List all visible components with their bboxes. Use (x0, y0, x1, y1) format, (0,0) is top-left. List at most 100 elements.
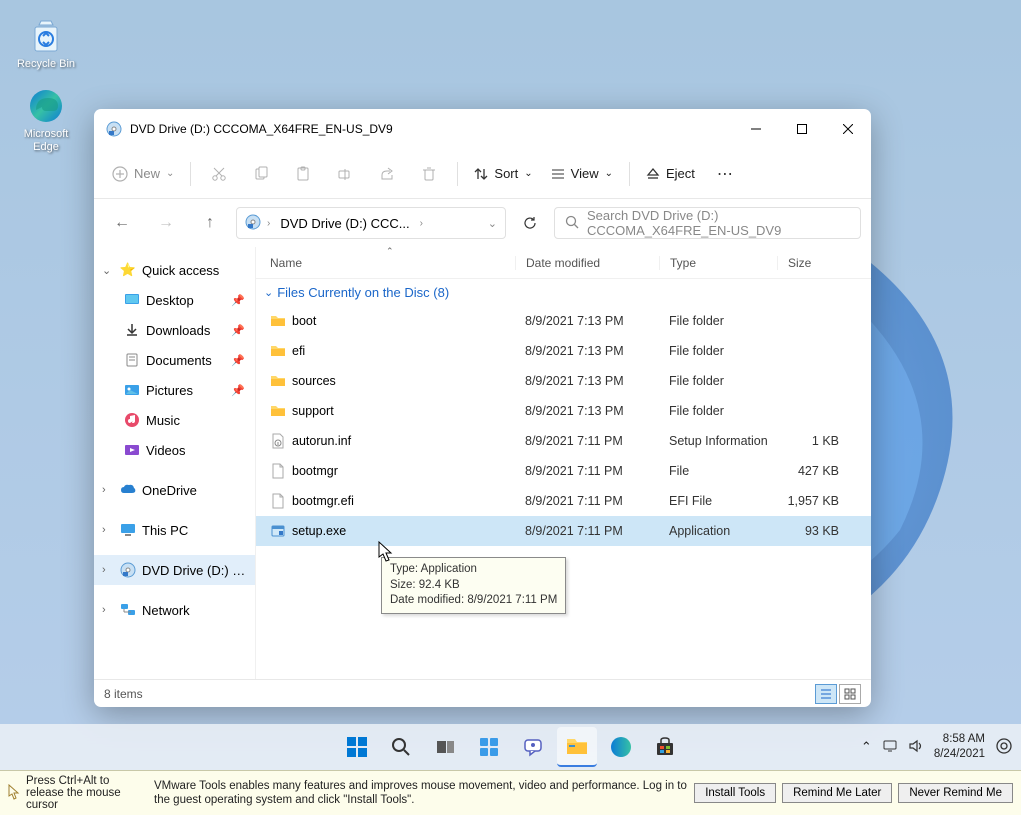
downloads-icon (124, 322, 140, 338)
pin-icon: 📌 (231, 384, 245, 397)
setup-icon (270, 523, 286, 539)
network-tray-icon[interactable] (882, 738, 898, 757)
chevron-right-icon: › (102, 484, 114, 496)
file-type: File folder (659, 344, 777, 358)
sidebar-pictures[interactable]: Pictures📌 (94, 375, 255, 405)
file-row[interactable]: autorun.inf 8/9/2021 7:11 PM Setup Infor… (256, 426, 871, 456)
monitor-icon (120, 522, 136, 538)
sidebar-quick-access[interactable]: ⌄ ⭐ Quick access (94, 255, 255, 285)
file-icon (270, 463, 286, 479)
sidebar-dvd-drive[interactable]: ›DVD Drive (D:) CCCOMA_X64FRE_EN-US_DV9 (94, 555, 255, 585)
file-name: bootmgr (292, 464, 338, 478)
folder-icon (270, 313, 286, 329)
file-date: 8/9/2021 7:11 PM (515, 464, 659, 478)
item-count: 8 items (104, 687, 143, 701)
file-date: 8/9/2021 7:11 PM (515, 434, 659, 448)
file-row[interactable]: efi 8/9/2021 7:13 PM File folder (256, 336, 871, 366)
file-name: bootmgr.efi (292, 494, 354, 508)
column-size[interactable]: Size (777, 256, 849, 270)
sidebar-onedrive[interactable]: ›OneDrive (94, 475, 255, 505)
up-button[interactable]: ↑ (192, 205, 228, 241)
vmware-message: VMware Tools enables many features and i… (148, 779, 694, 808)
refresh-button[interactable] (514, 207, 546, 239)
chat-button[interactable] (513, 727, 553, 767)
clock[interactable]: 8:58 AM 8/24/2021 (934, 732, 985, 762)
column-type[interactable]: Type (659, 256, 777, 270)
back-button[interactable]: ← (104, 205, 140, 241)
never-remind-button[interactable]: Never Remind Me (898, 783, 1013, 803)
close-button[interactable] (825, 109, 871, 149)
sidebar-this-pc[interactable]: ›This PC (94, 515, 255, 545)
chevron-down-icon: ⌄ (264, 286, 273, 299)
file-row[interactable]: support 8/9/2021 7:13 PM File folder (256, 396, 871, 426)
delete-button[interactable] (409, 156, 449, 192)
sidebar-desktop[interactable]: Desktop📌 (94, 285, 255, 315)
disc-icon (106, 121, 122, 137)
column-date[interactable]: Date modified (515, 256, 659, 270)
minimize-button[interactable] (733, 109, 779, 149)
volume-tray-icon[interactable] (908, 738, 924, 757)
file-size: 93 KB (777, 524, 849, 538)
file-explorer-button[interactable] (557, 727, 597, 767)
paste-button[interactable] (283, 156, 323, 192)
sidebar-network[interactable]: ›Network (94, 595, 255, 625)
column-name[interactable]: Name (270, 256, 515, 270)
microsoft-edge-icon[interactable]: Microsoft Edge (10, 86, 82, 154)
install-tools-button[interactable]: Install Tools (694, 783, 776, 803)
group-header[interactable]: ⌄ Files Currently on the Disc (8) (256, 279, 871, 306)
file-type: File (659, 464, 777, 478)
more-button[interactable]: ⋯ (705, 156, 745, 192)
widgets-button[interactable] (469, 727, 509, 767)
copy-button[interactable] (241, 156, 281, 192)
address-dropdown[interactable]: ⌄ (488, 217, 497, 230)
cut-button[interactable] (199, 156, 239, 192)
window-title: DVD Drive (D:) CCCOMA_X64FRE_EN-US_DV9 (130, 122, 733, 136)
desktop-icon (124, 292, 140, 308)
remind-later-button[interactable]: Remind Me Later (782, 783, 892, 803)
chevron-right-icon: › (102, 524, 114, 536)
notifications-button[interactable] (995, 737, 1013, 758)
search-button[interactable] (381, 727, 421, 767)
sidebar-documents[interactable]: Documents📌 (94, 345, 255, 375)
file-row[interactable]: bootmgr.efi 8/9/2021 7:11 PM EFI File 1,… (256, 486, 871, 516)
network-icon (120, 602, 136, 618)
toolbar: New⌄ Sort⌄ View⌄ Eject ⋯ (94, 149, 871, 199)
file-name: setup.exe (292, 524, 346, 538)
file-date: 8/9/2021 7:11 PM (515, 494, 659, 508)
file-size: 1 KB (777, 434, 849, 448)
recycle-bin-icon[interactable]: Recycle Bin (10, 10, 82, 78)
details-view-toggle[interactable] (815, 684, 837, 704)
start-button[interactable] (337, 727, 377, 767)
file-row[interactable]: setup.exe 8/9/2021 7:11 PM Application 9… (256, 516, 871, 546)
file-info-icon (270, 433, 286, 449)
file-row[interactable]: bootmgr 8/9/2021 7:11 PM File 427 KB (256, 456, 871, 486)
task-view-button[interactable] (425, 727, 465, 767)
rename-button[interactable] (325, 156, 365, 192)
forward-button[interactable]: → (148, 205, 184, 241)
view-button[interactable]: View⌄ (543, 156, 621, 192)
share-button[interactable] (367, 156, 407, 192)
titlebar[interactable]: DVD Drive (D:) CCCOMA_X64FRE_EN-US_DV9 (94, 109, 871, 149)
disc-icon (120, 562, 136, 578)
file-row[interactable]: boot 8/9/2021 7:13 PM File folder (256, 306, 871, 336)
address-bar[interactable]: › DVD Drive (D:) CCC... › ⌄ (236, 207, 506, 239)
tray-chevron[interactable]: ⌃ (861, 739, 872, 755)
vmware-notification-bar: Press Ctrl+Alt to release the mouse curs… (0, 770, 1021, 815)
sidebar-downloads[interactable]: Downloads📌 (94, 315, 255, 345)
file-name: sources (292, 374, 336, 388)
breadcrumb-crumb[interactable]: DVD Drive (D:) CCC... (276, 214, 413, 233)
maximize-button[interactable] (779, 109, 825, 149)
sidebar-music[interactable]: Music (94, 405, 255, 435)
store-button[interactable] (645, 727, 685, 767)
edge-button[interactable] (601, 727, 641, 767)
search-icon (565, 215, 579, 232)
thumbnails-view-toggle[interactable] (839, 684, 861, 704)
file-row[interactable]: sources 8/9/2021 7:13 PM File folder (256, 366, 871, 396)
file-icon (270, 493, 286, 509)
sidebar-videos[interactable]: Videos (94, 435, 255, 465)
sort-button[interactable]: Sort⌄ (466, 156, 540, 192)
eject-button[interactable]: Eject (638, 156, 703, 192)
file-name: boot (292, 314, 316, 328)
new-button[interactable]: New⌄ (104, 156, 182, 192)
search-box[interactable]: Search DVD Drive (D:) CCCOMA_X64FRE_EN-U… (554, 207, 861, 239)
